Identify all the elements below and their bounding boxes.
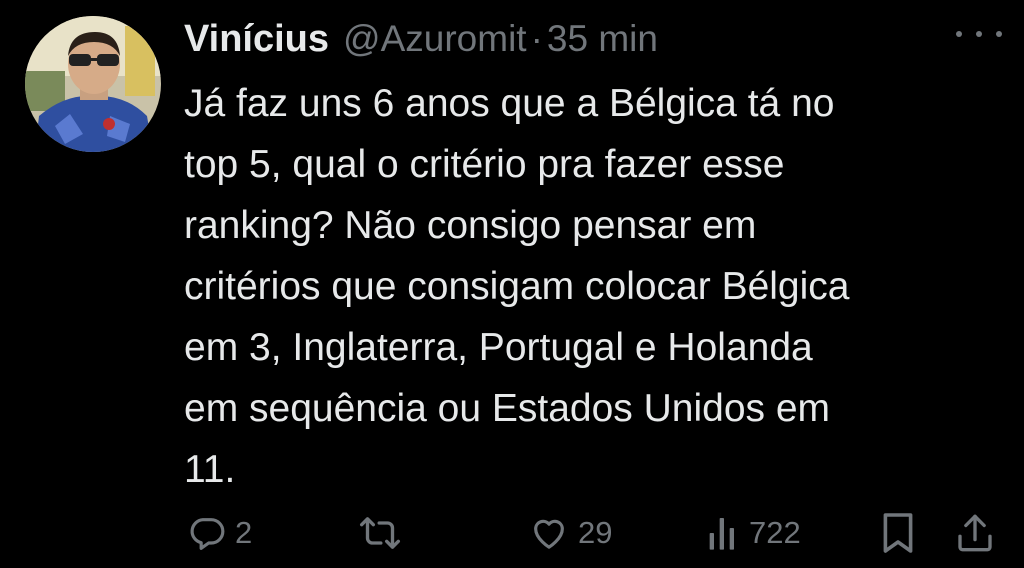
bookmark-button[interactable] (880, 508, 916, 558)
retweet-icon (356, 513, 404, 553)
tweet-text-line: ranking? Não consigo pensar em (184, 204, 757, 247)
views-count: 722 (749, 515, 801, 550)
more-icon[interactable] (956, 24, 1002, 44)
tweet-timestamp[interactable]: 35 min (547, 18, 658, 60)
like-button[interactable]: 29 (528, 508, 612, 558)
tweet-text-line: top 5, qual o critério pra fazer esse (184, 143, 785, 186)
retweet-button[interactable] (356, 508, 412, 558)
author-name[interactable]: Vinícius (184, 18, 329, 61)
tweet-text-line: em sequência ou Estados Unidos em (184, 387, 831, 430)
separator-dot: · (530, 18, 543, 59)
reply-icon (187, 513, 227, 553)
views-icon (705, 513, 741, 553)
author-handle[interactable]: @Azuromit (343, 18, 527, 60)
like-count: 29 (578, 515, 613, 550)
tweet-text-line: em 3, Inglaterra, Portugal e Holanda (184, 326, 813, 369)
bookmark-icon (880, 511, 916, 555)
views-button[interactable]: 722 (705, 508, 801, 558)
share-icon (955, 511, 995, 555)
reply-count: 2 (235, 515, 253, 550)
tweet-header: Vinícius @Azuromit · 35 min (184, 14, 658, 64)
tweet-text: Já faz uns 6 anos que a Bélgica tá no to… (184, 73, 984, 500)
heart-icon (528, 513, 570, 553)
reply-button[interactable]: 2 (187, 508, 252, 558)
tweet-actions: 2 29 722 (0, 508, 1024, 558)
tweet-text-line: critérios que consigam colocar Bélgica (184, 265, 850, 308)
share-button[interactable] (955, 508, 995, 558)
tweet-text-line: Já faz uns 6 anos que a Bélgica tá no (184, 82, 835, 125)
avatar[interactable] (25, 16, 161, 152)
tweet-text-line: 11. (184, 448, 236, 491)
